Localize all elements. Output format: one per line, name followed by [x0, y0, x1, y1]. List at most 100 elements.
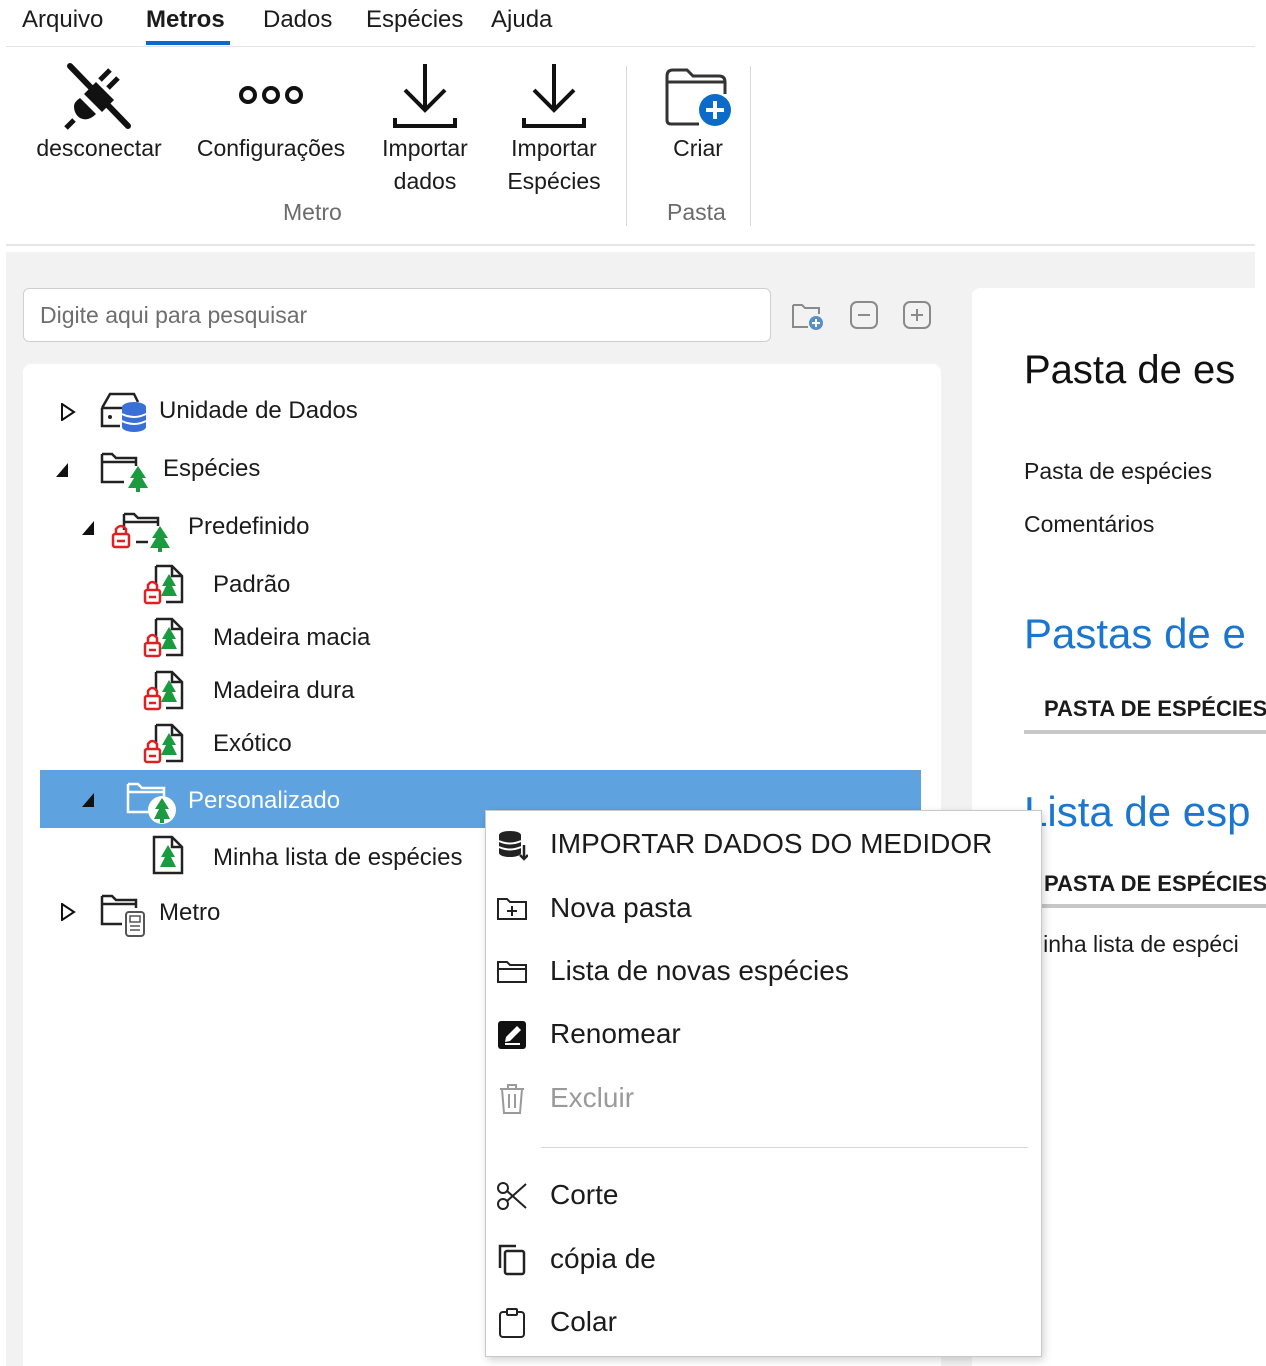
ribbon-bottom-border	[6, 244, 1255, 246]
disconnect-label: desconectar	[36, 135, 162, 161]
import-species-label-2: Espécies	[507, 168, 601, 194]
menu-item-import-meter-data[interactable]: IMPORTAR DADOS DO MEDIDOR	[486, 815, 1041, 875]
collapse-arrow-icon[interactable]	[80, 519, 96, 537]
rename-icon	[498, 1021, 526, 1049]
folder-add-icon	[497, 898, 527, 920]
ribbon-group-divider	[626, 66, 627, 226]
menu-ajuda[interactable]: Ajuda	[491, 6, 552, 34]
locked-species-list-icon	[143, 617, 184, 658]
tree-item-hardwood[interactable]: Madeira dura	[40, 666, 920, 716]
tree-label: Predefinido	[188, 513, 310, 540]
tree-label: Madeira macia	[213, 624, 371, 651]
tree-item-exotic[interactable]: Exótico	[40, 719, 920, 769]
data-drive-icon	[100, 392, 147, 432]
more-dots-icon	[239, 86, 303, 104]
table-header-rule	[1024, 904, 1266, 908]
expand-arrow-icon[interactable]	[60, 903, 76, 921]
copy-icon	[498, 1244, 526, 1276]
folders-column-header[interactable]: PASTA DE ESPÉCIES	[1044, 696, 1266, 722]
table-header-rule	[1024, 730, 1266, 734]
expand-all-icon[interactable]	[900, 298, 934, 332]
tree-label: Madeira dura	[213, 677, 355, 704]
folder-icon	[497, 961, 527, 983]
field-folder-label: Pasta de espécies	[1024, 458, 1212, 484]
create-folder-button[interactable]: Criar	[656, 58, 740, 178]
tree-label: Unidade de Dados	[159, 397, 358, 424]
trash-icon	[500, 1084, 524, 1114]
menu-divider	[6, 46, 1255, 47]
menu-dados[interactable]: Dados	[263, 6, 332, 34]
tree-item-predefined[interactable]: Predefinido	[40, 502, 920, 552]
menu-item-label: Colar	[550, 1306, 617, 1337]
tree-label: Espécies	[163, 455, 261, 482]
tree-item-standard[interactable]: Padrão	[40, 560, 920, 610]
custom-species-folder-icon	[126, 782, 176, 824]
species-list-icon	[152, 835, 184, 875]
menu-item-label: IMPORTAR DADOS DO MEDIDOR	[550, 828, 993, 859]
import-data-button[interactable]: Importar dados	[372, 58, 478, 200]
tree-item-softwood[interactable]: Madeira macia	[40, 613, 920, 663]
section-folders-heading: Pastas de e	[1024, 610, 1246, 657]
scissors-icon	[497, 1182, 527, 1210]
menu-bar: Arquivo Metros Dados Espécies Ajuda	[0, 0, 1266, 46]
menu-item-copy[interactable]: cópia de	[486, 1230, 1041, 1290]
tree-label: Personalizado	[188, 787, 341, 814]
context-menu: IMPORTAR DADOS DO MEDIDOR Nova pasta Lis…	[485, 810, 1042, 1357]
menu-item-label: Nova pasta	[550, 892, 692, 923]
collapse-arrow-icon[interactable]	[80, 791, 96, 809]
active-menu-indicator	[146, 41, 230, 45]
menu-item-label: Corte	[550, 1179, 619, 1210]
import-data-label-2: dados	[393, 168, 457, 194]
ribbon-group-divider	[750, 66, 751, 226]
expand-arrow-icon[interactable]	[60, 403, 76, 421]
folder-add-icon	[665, 68, 731, 126]
database-import-icon	[498, 831, 528, 861]
plug-disconnect-icon	[64, 63, 131, 130]
locked-species-list-icon	[143, 670, 184, 711]
menu-item-label: cópia de	[550, 1243, 656, 1274]
group-label-pasta: Pasta	[667, 199, 726, 225]
disconnect-button[interactable]: desconectar	[28, 58, 170, 178]
settings-label: Configurações	[196, 135, 346, 161]
download-icon	[393, 64, 457, 128]
menu-item-cut[interactable]: Corte	[486, 1166, 1041, 1226]
tree-label: Padrão	[213, 571, 291, 598]
table-row[interactable]: Minha lista de espéci	[1024, 931, 1239, 958]
tree-label: Minha lista de espécies	[213, 844, 463, 871]
settings-button[interactable]: Configurações	[190, 58, 352, 178]
tree-label: Exótico	[213, 730, 292, 757]
meter-folder-icon	[100, 894, 145, 937]
tree-item-my-list[interactable]: Minha lista de espécies	[40, 831, 480, 881]
tree-label: Metro	[159, 899, 221, 926]
menu-item-rename[interactable]: Renomear	[486, 1005, 1041, 1065]
menu-especies[interactable]: Espécies	[366, 6, 463, 34]
menu-item-new-folder[interactable]: Nova pasta	[486, 879, 1041, 939]
new-folder-icon[interactable]	[790, 298, 824, 332]
group-label-metro: Metro	[283, 199, 342, 225]
collapse-arrow-icon[interactable]	[54, 461, 70, 479]
locked-species-list-icon	[143, 564, 184, 605]
create-label: Criar	[673, 135, 723, 161]
menu-metros[interactable]: Metros	[146, 6, 225, 34]
lists-column-header[interactable]: PASTA DE ESPÉCIES	[1044, 871, 1266, 897]
tree-item-species[interactable]: Espécies	[40, 444, 920, 494]
search-input[interactable]	[23, 288, 771, 342]
tree-item-meter[interactable]: Metro	[40, 886, 480, 937]
locked-species-folder-icon	[111, 512, 170, 552]
section-lists-heading: Lista de esp	[1024, 788, 1251, 835]
menu-item-label: Excluir	[550, 1082, 635, 1113]
tree-item-data-unit[interactable]: Unidade de Dados	[40, 386, 920, 436]
import-species-button[interactable]: Importar Espécies	[500, 58, 608, 200]
collapse-all-icon[interactable]	[847, 298, 881, 332]
download-icon	[522, 64, 586, 128]
menu-item-new-species-list[interactable]: Lista de novas espécies	[486, 942, 1041, 1002]
import-data-label-1: Importar	[382, 135, 468, 161]
details-title: Pasta de es	[1024, 348, 1236, 392]
menu-arquivo[interactable]: Arquivo	[22, 6, 103, 34]
menu-item-paste[interactable]: Colar	[486, 1293, 1041, 1353]
menu-item-label: Renomear	[550, 1018, 681, 1049]
menu-separator	[541, 1147, 1028, 1148]
field-comments-label: Comentários	[1024, 511, 1155, 537]
menu-item-delete[interactable]: Excluir	[486, 1069, 1041, 1129]
import-species-label-1: Importar	[511, 135, 597, 161]
